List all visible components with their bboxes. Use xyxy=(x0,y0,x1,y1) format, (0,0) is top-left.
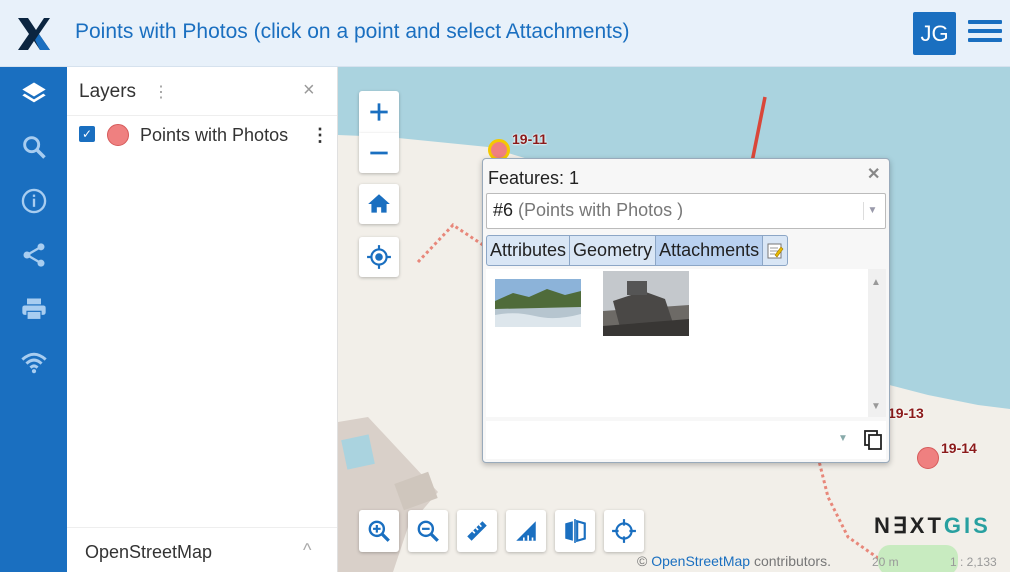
share-icon[interactable] xyxy=(18,239,50,271)
layer-label: Points with Photos xyxy=(140,125,289,145)
map-view[interactable]: 19-11 19-13 19-14 Features: 1 ✕ #6 (Poin… xyxy=(338,67,1010,572)
ruler-icon[interactable] xyxy=(457,510,497,552)
basemap-selector[interactable]: OpenStreetMap ^ xyxy=(67,527,337,572)
crosshair-icon[interactable] xyxy=(604,510,644,552)
brand-suffix: GIS xyxy=(943,513,991,538)
swipe-compare-icon[interactable] xyxy=(555,510,595,552)
feature-select-value: #6 (Points with Photos ) xyxy=(493,200,683,221)
wifi-icon[interactable] xyxy=(18,347,50,379)
popup-tabs: Attributes Geometry Attachments xyxy=(486,235,789,266)
attachment-thumbnail[interactable] xyxy=(495,279,581,327)
tab-geometry[interactable]: Geometry xyxy=(570,236,657,265)
basemap-label: OpenStreetMap xyxy=(85,542,213,562)
close-icon[interactable]: ✕ xyxy=(867,164,880,184)
layer-item[interactable]: ✓ Points with Photos ⋮ xyxy=(79,124,329,147)
map-attribution: © OpenStreetMap contributors. xyxy=(637,553,831,569)
layers-panel-menu-icon[interactable]: ⋮ xyxy=(153,82,169,102)
nextgis-brand-logo[interactable]: N∃XTGIS xyxy=(874,513,991,539)
layers-icon[interactable] xyxy=(18,77,50,109)
top-bar: Points with Photos (click on a point and… xyxy=(0,0,1010,67)
locate-button[interactable] xyxy=(359,237,399,277)
chevron-down-icon[interactable]: ▼ xyxy=(863,202,881,220)
nextgis-logo-icon[interactable] xyxy=(14,14,54,54)
scale-bar: 20 m xyxy=(872,555,899,569)
point-label: 19-13 xyxy=(888,405,924,421)
chevron-down-icon[interactable]: ▼ xyxy=(838,433,848,444)
page-title: Points with Photos (click on a point and… xyxy=(75,20,630,43)
copy-icon[interactable] xyxy=(862,429,884,451)
area-measure-icon[interactable] xyxy=(506,510,546,552)
zoom-out-tool-button[interactable] xyxy=(408,510,448,552)
user-avatar[interactable]: JG xyxy=(913,12,956,55)
print-icon[interactable] xyxy=(18,293,50,325)
layer-menu-icon[interactable]: ⋮ xyxy=(311,125,329,146)
popup-footer: ▼ xyxy=(486,421,886,459)
feature-select[interactable]: #6 (Points with Photos ) ▼ xyxy=(486,193,886,229)
layers-panel: Layers ⋮ × ✓ Points with Photos ⋮ OpenSt… xyxy=(67,67,338,572)
hamburger-menu-icon[interactable] xyxy=(968,20,1002,46)
point-label: 19-14 xyxy=(941,440,977,456)
feature-layer: (Points with Photos ) xyxy=(518,200,684,220)
home-button[interactable] xyxy=(359,184,399,224)
tab-attachments[interactable]: Attachments xyxy=(656,236,764,265)
info-icon[interactable] xyxy=(18,185,50,217)
sidebar xyxy=(0,67,67,572)
identify-popup: Features: 1 ✕ #6 (Points with Photos ) ▼… xyxy=(482,158,890,463)
close-icon[interactable]: × xyxy=(303,79,315,102)
attachment-thumbnail[interactable] xyxy=(603,271,689,336)
scrollbar[interactable]: ▲ ▼ xyxy=(868,269,886,417)
layer-checkbox[interactable]: ✓ xyxy=(79,126,95,142)
scroll-down-icon[interactable]: ▼ xyxy=(871,401,881,412)
scale-ratio: 1 : 2,133 xyxy=(950,555,997,569)
zoom-in-tool-button[interactable] xyxy=(359,510,399,552)
layer-symbol-icon xyxy=(107,124,129,146)
scroll-up-icon[interactable]: ▲ xyxy=(871,277,881,288)
tab-attributes[interactable]: Attributes xyxy=(487,236,571,265)
attachments-panel xyxy=(486,269,868,417)
osm-link[interactable]: OpenStreetMap xyxy=(651,553,750,569)
search-icon[interactable] xyxy=(18,131,50,163)
divider xyxy=(67,115,337,116)
brand-prefix: N∃XT xyxy=(874,513,944,538)
feature-id: #6 xyxy=(493,200,514,220)
attribution-prefix: © xyxy=(637,553,648,569)
zoom-out-button[interactable] xyxy=(359,133,399,173)
layers-panel-title: Layers xyxy=(79,81,137,102)
edit-note-icon[interactable] xyxy=(763,236,787,265)
map-point[interactable] xyxy=(917,447,939,469)
attribution-suffix: contributors. xyxy=(753,553,831,569)
chevron-up-icon[interactable]: ^ xyxy=(303,540,311,561)
point-label: 19-11 xyxy=(512,131,548,147)
popup-title: Features: 1 xyxy=(488,168,580,188)
zoom-in-button[interactable] xyxy=(359,91,399,133)
